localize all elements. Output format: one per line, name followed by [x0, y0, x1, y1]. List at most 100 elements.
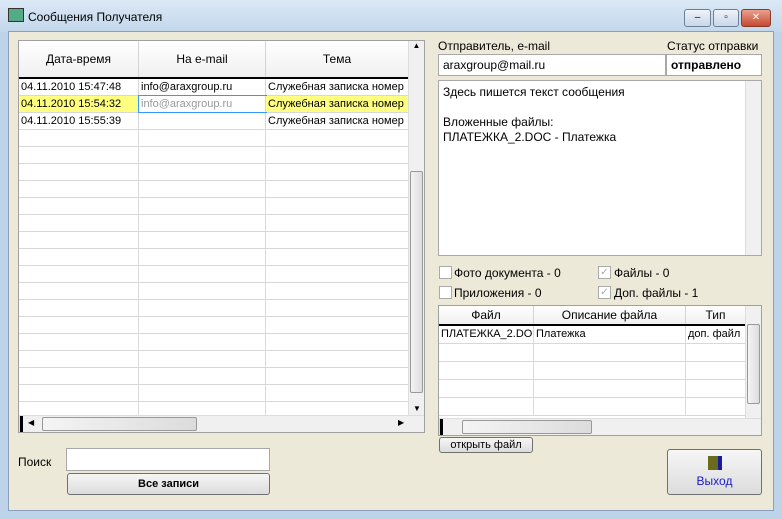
extra-files-checkbox[interactable]: ✓ — [598, 286, 611, 299]
table-row[interactable] — [19, 181, 409, 198]
table-row[interactable] — [19, 198, 409, 215]
all-records-button[interactable]: Все записи — [67, 473, 270, 495]
table-cell[interactable] — [266, 198, 409, 214]
column-header-type[interactable]: Тип — [686, 306, 746, 324]
table-cell[interactable] — [19, 334, 139, 350]
table-row[interactable] — [19, 334, 409, 351]
table-cell[interactable] — [139, 113, 266, 129]
file-cell[interactable] — [686, 398, 746, 415]
search-input[interactable] — [66, 448, 270, 471]
table-row[interactable] — [19, 147, 409, 164]
scroll-down-arrow[interactable]: ▼ — [413, 404, 421, 413]
table-row[interactable] — [19, 164, 409, 181]
table-row[interactable]: 04.11.2010 15:54:32 info@araxgroup.ru Служ… — [19, 95, 409, 113]
table-cell[interactable] — [266, 249, 409, 265]
file-cell[interactable]: Платежка — [534, 326, 686, 343]
table-cell[interactable] — [19, 164, 139, 180]
table-cell[interactable] — [19, 249, 139, 265]
table-row[interactable]: 04.11.2010 15:47:48 info@araxgroup.ru Служ… — [19, 79, 409, 96]
file-cell[interactable] — [439, 398, 534, 415]
table-cell[interactable] — [139, 198, 266, 214]
table-cell[interactable] — [139, 266, 266, 282]
table-cell[interactable] — [266, 164, 409, 180]
table-cell[interactable] — [139, 181, 266, 197]
table-cell[interactable] — [139, 351, 266, 367]
table-cell[interactable] — [266, 317, 409, 333]
table-cell[interactable] — [19, 266, 139, 282]
table-cell[interactable]: Служебная записка номер — [266, 96, 409, 112]
file-cell[interactable] — [686, 344, 746, 361]
table-row[interactable] — [19, 232, 409, 249]
table-cell[interactable] — [139, 334, 266, 350]
file-cell[interactable] — [439, 380, 534, 397]
files-checkbox[interactable]: ✓ — [598, 266, 611, 279]
table-cell[interactable] — [19, 368, 139, 384]
table-row[interactable] — [19, 130, 409, 147]
file-cell[interactable] — [439, 362, 534, 379]
file-cell[interactable] — [534, 380, 686, 397]
table-cell[interactable]: info@araxgroup.ru — [138, 95, 267, 113]
table-cell[interactable] — [266, 266, 409, 282]
table-cell[interactable] — [266, 232, 409, 248]
table-row[interactable] — [19, 249, 409, 266]
column-header-email[interactable]: На e-mail — [139, 41, 266, 77]
table-cell[interactable]: info@araxgroup.ru — [139, 79, 266, 95]
table-row[interactable] — [19, 215, 409, 232]
table-cell[interactable]: Служебная записка номер — [266, 79, 409, 95]
table-cell[interactable]: Служебная записка номер — [266, 113, 409, 129]
table-cell[interactable] — [19, 300, 139, 316]
table-cell[interactable] — [19, 351, 139, 367]
table-row[interactable] — [19, 266, 409, 283]
status-field[interactable]: отправлено — [666, 54, 762, 76]
minimize-button[interactable]: – — [684, 9, 711, 27]
files-vertical-scrollbar[interactable] — [745, 306, 761, 418]
table-cell[interactable] — [19, 283, 139, 299]
column-header-description[interactable]: Описание файла — [534, 306, 686, 324]
file-cell[interactable] — [534, 398, 686, 415]
table-cell[interactable] — [139, 249, 266, 265]
column-header-file[interactable]: Файл — [439, 306, 534, 324]
exit-button[interactable]: Выход — [667, 449, 762, 495]
close-button[interactable]: ✕ — [741, 9, 771, 27]
file-cell[interactable] — [686, 362, 746, 379]
photo-checkbox[interactable] — [439, 266, 452, 279]
table-cell[interactable]: 04.11.2010 15:54:32 — [19, 96, 139, 112]
horizontal-scrollbar[interactable]: ◀ ▶ — [19, 415, 424, 432]
file-cell[interactable] — [534, 344, 686, 361]
table-cell[interactable] — [266, 368, 409, 384]
open-file-button[interactable]: открыть файл — [439, 437, 533, 453]
table-cell[interactable] — [266, 283, 409, 299]
table-cell[interactable] — [19, 317, 139, 333]
table-cell[interactable] — [266, 351, 409, 367]
file-row[interactable] — [439, 398, 746, 416]
table-cell[interactable] — [139, 232, 266, 248]
file-row[interactable] — [439, 344, 746, 362]
table-cell[interactable] — [266, 334, 409, 350]
table-cell[interactable] — [139, 385, 266, 401]
column-header-datetime[interactable]: Дата-время — [19, 41, 139, 77]
vertical-scrollbar[interactable]: ▲ ▼ — [408, 41, 424, 415]
file-cell[interactable] — [686, 380, 746, 397]
table-cell[interactable] — [19, 215, 139, 231]
table-row[interactable] — [19, 385, 409, 402]
h-scroll-thumb[interactable] — [42, 417, 197, 431]
table-cell[interactable] — [139, 164, 266, 180]
table-cell[interactable] — [266, 300, 409, 316]
table-cell[interactable] — [139, 300, 266, 316]
file-cell[interactable] — [534, 362, 686, 379]
table-cell[interactable] — [139, 283, 266, 299]
table-cell[interactable] — [139, 147, 266, 163]
message-body-textarea[interactable]: Здесь пишется текст сообщения Вложенные … — [438, 80, 762, 256]
table-cell[interactable] — [139, 215, 266, 231]
table-cell[interactable] — [19, 385, 139, 401]
file-cell[interactable]: доп. файл — [686, 326, 746, 343]
table-cell[interactable] — [139, 317, 266, 333]
file-cell[interactable] — [439, 344, 534, 361]
table-cell[interactable] — [266, 385, 409, 401]
table-cell[interactable] — [19, 198, 139, 214]
attachments-checkbox[interactable] — [439, 286, 452, 299]
body-scrollbar[interactable] — [745, 81, 761, 255]
table-cell[interactable]: 04.11.2010 15:55:39 — [19, 113, 139, 129]
maximize-button[interactable]: ▫ — [713, 9, 739, 27]
table-cell[interactable] — [19, 181, 139, 197]
